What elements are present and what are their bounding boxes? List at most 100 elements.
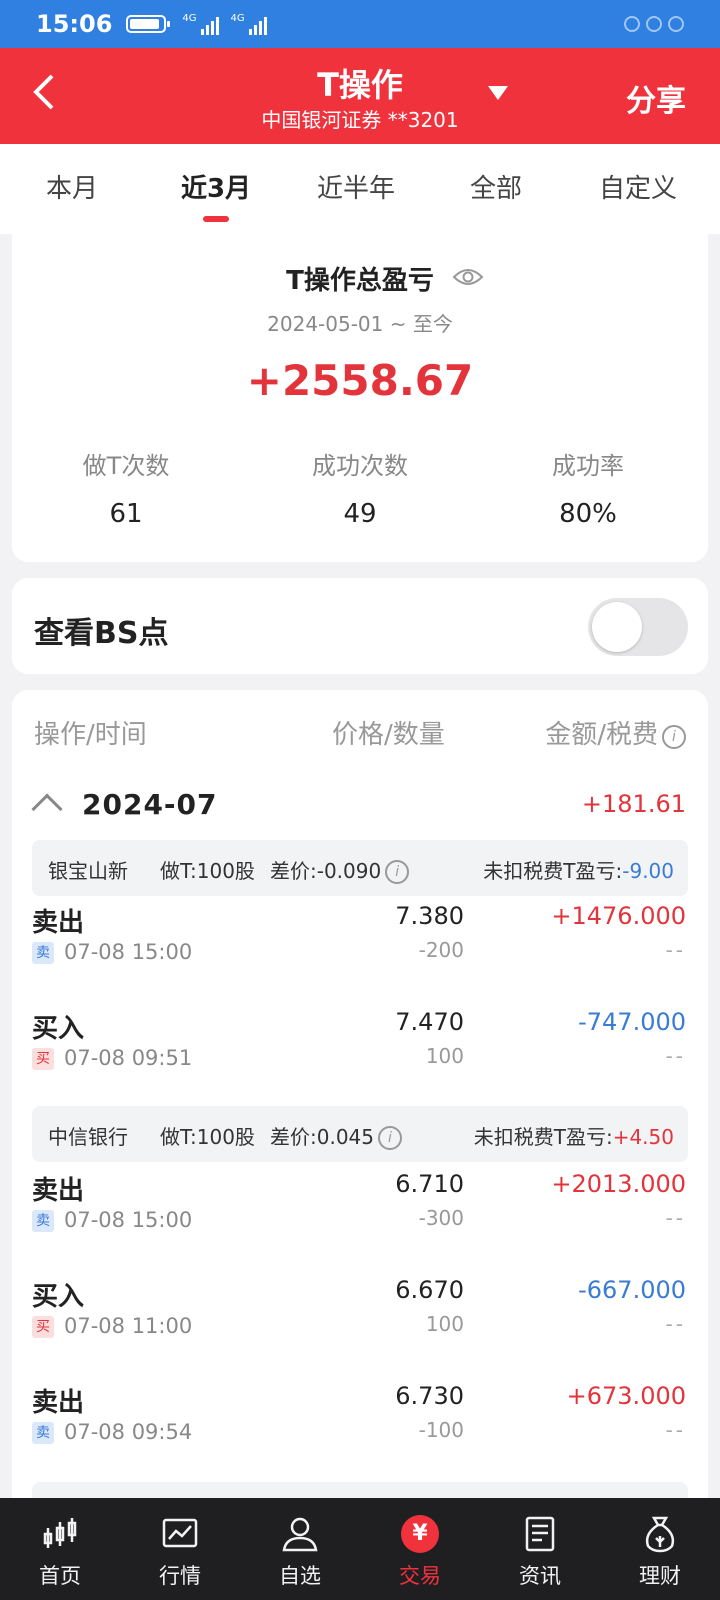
sell-badge-icon: 卖 [32,942,54,964]
moneybag-icon [638,1512,682,1556]
buy-badge-icon: 买 [32,1048,54,1070]
signal-icon: 4G [231,13,267,35]
stock-group-header[interactable]: 银宝山新 做T:100股 差价:-0.090 i 未扣税费T盈亏:-9.00 [32,840,688,896]
chevron-up-icon [31,793,63,825]
page-title: T操作 [317,66,403,104]
trade-qty: 100 [425,1312,464,1336]
stock-group-header[interactable]: 中信银行 做T:100股 差价:0.045 i 未扣税费T盈亏:+4.50 [32,1106,688,1162]
dropdown-triangle-icon[interactable] [488,86,508,100]
tab-3-months[interactable]: 近3月 [156,168,276,205]
price-diff: 差价:-0.090 i [270,855,410,884]
summary-card: T操作总盈亏 2024-05-01 ~ 至今 +2558.67 做T次数 61 … [12,232,708,562]
period-tabs: 本月 近3月 近半年 全部 自定义 [0,144,720,234]
user-icon [278,1512,322,1556]
trade-action: 卖出 [32,1388,85,1418]
month-header[interactable]: 2024-07 +181.61 [12,780,708,836]
tab-all[interactable]: 全部 [436,168,556,205]
share-button[interactable]: 分享 [626,76,686,120]
stat-success-rate: 成功率 80% [552,452,624,529]
tab-half-year[interactable]: 近半年 [296,168,416,205]
date-range: 2024-05-01 ~ 至今 [267,312,453,336]
info-icon[interactable]: i [385,860,410,884]
info-icon[interactable]: i [378,1126,402,1150]
trade-fee: -- [665,938,686,962]
trade-qty: -200 [418,938,464,962]
trade-price: 6.730 [395,1382,464,1410]
tab-custom[interactable]: 自定义 [578,168,698,205]
trade-action: 买入 [32,1282,85,1312]
trade-time: 07-08 11:00 [64,1314,193,1338]
sell-badge-icon: 卖 [32,1210,54,1232]
trade-action: 卖出 [32,908,85,938]
month-label: 2024-07 [82,788,218,821]
trade-time: 07-08 09:51 [64,1046,193,1070]
col-op-time: 操作/时间 [34,720,147,750]
stat-t-count: 做T次数 61 [82,452,170,529]
t-quantity: 做T:100股 [160,1125,255,1149]
trade-price: 7.470 [395,1008,464,1036]
status-time: 15:06 [36,10,113,38]
trade-qty: -300 [418,1206,464,1230]
trade-amount: -747.000 [578,1008,686,1036]
trade-fee: -- [665,1206,686,1230]
trade-row[interactable]: 卖出 卖 07-08 15:00 7.380 -200 +1476.000 -- [12,890,708,990]
notification-icons [624,16,684,32]
tab-trade[interactable]: ¥ 交易 [360,1498,480,1600]
trade-row[interactable]: 卖出 卖 07-08 09:54 6.730 -100 +673.000 -- [12,1370,708,1470]
stock-name: 中信银行 [48,1125,128,1149]
trade-qty: -100 [418,1418,464,1442]
signal-icon: 4G [182,13,219,35]
bs-points-toggle[interactable] [588,598,688,656]
tab-home[interactable]: 首页 [0,1498,120,1600]
trade-row[interactable]: 买入 买 07-08 11:00 6.670 100 -667.000 -- [12,1264,708,1364]
account-selector[interactable]: 中国银河证券 **3201 [0,104,720,133]
bs-points-label: 查看BS点 [34,616,169,651]
trade-qty: 100 [425,1044,464,1068]
stock-name: 银宝山新 [48,859,128,883]
bottom-tab-bar: 首页 行情 自选 ¥ 交易 资讯 理财 [0,1498,720,1600]
chart-icon [158,1512,202,1556]
price-diff: 差价:0.045 i [270,1121,402,1150]
trade-list: 操作/时间 价格/数量 金额/税费 i 2024-07 +181.61 银宝山新 … [12,690,708,1522]
document-icon [518,1512,562,1556]
tab-this-month[interactable]: 本月 [12,168,132,205]
trade-amount: +2013.000 [551,1170,686,1198]
month-total: +181.61 [581,790,686,818]
trade-row[interactable]: 买入 买 07-08 09:51 7.470 100 -747.000 -- [12,996,708,1096]
yen-icon: ¥ [398,1512,442,1556]
trade-amount: +673.000 [566,1382,686,1410]
tab-watchlist[interactable]: 自选 [240,1498,360,1600]
trade-price: 6.710 [395,1170,464,1198]
sell-badge-icon: 卖 [32,1422,54,1444]
tab-wealth[interactable]: 理财 [600,1498,720,1600]
trade-price: 7.380 [395,902,464,930]
candlestick-icon [38,1512,82,1556]
trade-time: 07-08 15:00 [64,940,193,964]
t-pnl: 未扣税费T盈亏:-9.00 [483,859,674,883]
summary-title: T操作总盈亏 [286,266,434,296]
bs-points-row: 查看BS点 [12,578,708,674]
trade-amount: -667.000 [578,1276,686,1304]
trade-price: 6.670 [395,1276,464,1304]
t-quantity: 做T:100股 [160,859,255,883]
info-icon[interactable]: i [662,725,686,749]
total-pnl: +2558.67 [246,356,474,405]
trade-time: 07-08 15:00 [64,1208,193,1232]
col-price-qty: 价格/数量 [332,720,445,750]
trade-time: 07-08 09:54 [64,1420,193,1444]
t-pnl: 未扣税费T盈亏:+4.50 [473,1125,674,1149]
battery-icon [126,15,171,33]
col-amount-fee: 金额/税费 i [545,714,686,751]
tab-active-indicator [203,216,229,222]
trade-fee: -- [665,1044,686,1068]
tab-market[interactable]: 行情 [120,1498,240,1600]
tab-news[interactable]: 资讯 [480,1498,600,1600]
trade-amount: +1476.000 [551,902,686,930]
trade-row[interactable]: 卖出 卖 07-08 15:00 6.710 -300 +2013.000 -- [12,1158,708,1258]
eye-icon[interactable] [452,266,484,288]
trade-action: 卖出 [32,1176,85,1206]
stat-success-count: 成功次数 49 [312,452,408,529]
nav-bar: T操作 中国银河证券 **3201 分享 [0,48,720,144]
trade-fee: -- [665,1418,686,1442]
buy-badge-icon: 买 [32,1316,54,1338]
